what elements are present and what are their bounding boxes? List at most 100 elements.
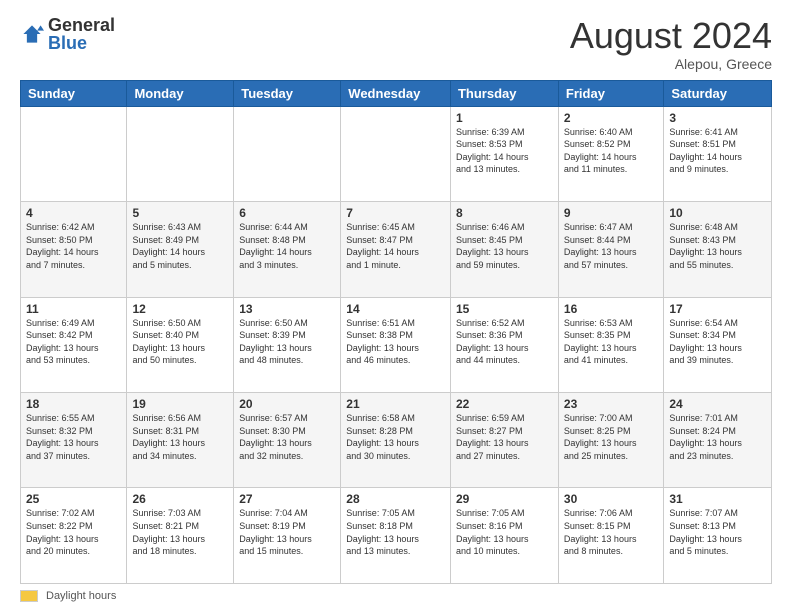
day-info: Sunrise: 6:58 AMSunset: 8:28 PMDaylight:… bbox=[346, 412, 445, 462]
day-info: Sunrise: 7:00 AMSunset: 8:25 PMDaylight:… bbox=[564, 412, 658, 462]
daylight-swatch bbox=[20, 590, 38, 602]
day-info: Sunrise: 7:06 AMSunset: 8:15 PMDaylight:… bbox=[564, 507, 658, 557]
calendar-day-cell: 10Sunrise: 6:48 AMSunset: 8:43 PMDayligh… bbox=[664, 202, 772, 297]
day-number: 17 bbox=[669, 302, 766, 316]
calendar-day-cell: 25Sunrise: 7:02 AMSunset: 8:22 PMDayligh… bbox=[21, 488, 127, 584]
day-info: Sunrise: 6:46 AMSunset: 8:45 PMDaylight:… bbox=[456, 221, 553, 271]
calendar-week-row: 11Sunrise: 6:49 AMSunset: 8:42 PMDayligh… bbox=[21, 297, 772, 392]
day-info: Sunrise: 7:02 AMSunset: 8:22 PMDaylight:… bbox=[26, 507, 121, 557]
day-number: 9 bbox=[564, 206, 658, 220]
day-info: Sunrise: 6:40 AMSunset: 8:52 PMDaylight:… bbox=[564, 126, 658, 176]
day-info: Sunrise: 7:05 AMSunset: 8:18 PMDaylight:… bbox=[346, 507, 445, 557]
day-info: Sunrise: 6:47 AMSunset: 8:44 PMDaylight:… bbox=[564, 221, 658, 271]
calendar-header-cell: Saturday bbox=[664, 80, 772, 106]
day-info: Sunrise: 6:52 AMSunset: 8:36 PMDaylight:… bbox=[456, 317, 553, 367]
calendar-header-cell: Tuesday bbox=[234, 80, 341, 106]
day-number: 22 bbox=[456, 397, 553, 411]
day-info: Sunrise: 7:03 AMSunset: 8:21 PMDaylight:… bbox=[132, 507, 228, 557]
day-number: 1 bbox=[456, 111, 553, 125]
day-number: 10 bbox=[669, 206, 766, 220]
calendar-day-cell: 13Sunrise: 6:50 AMSunset: 8:39 PMDayligh… bbox=[234, 297, 341, 392]
calendar-day-cell: 1Sunrise: 6:39 AMSunset: 8:53 PMDaylight… bbox=[450, 106, 558, 201]
day-info: Sunrise: 6:49 AMSunset: 8:42 PMDaylight:… bbox=[26, 317, 121, 367]
footer: Daylight hours bbox=[20, 590, 772, 602]
day-info: Sunrise: 7:07 AMSunset: 8:13 PMDaylight:… bbox=[669, 507, 766, 557]
calendar-day-cell: 29Sunrise: 7:05 AMSunset: 8:16 PMDayligh… bbox=[450, 488, 558, 584]
day-number: 21 bbox=[346, 397, 445, 411]
calendar-day-cell: 14Sunrise: 6:51 AMSunset: 8:38 PMDayligh… bbox=[341, 297, 451, 392]
day-number: 25 bbox=[26, 492, 121, 506]
day-number: 23 bbox=[564, 397, 658, 411]
calendar-day-cell bbox=[234, 106, 341, 201]
calendar-day-cell: 20Sunrise: 6:57 AMSunset: 8:30 PMDayligh… bbox=[234, 393, 341, 488]
day-number: 12 bbox=[132, 302, 228, 316]
calendar-day-cell: 19Sunrise: 6:56 AMSunset: 8:31 PMDayligh… bbox=[127, 393, 234, 488]
calendar-body: 1Sunrise: 6:39 AMSunset: 8:53 PMDaylight… bbox=[21, 106, 772, 583]
calendar-day-cell: 2Sunrise: 6:40 AMSunset: 8:52 PMDaylight… bbox=[558, 106, 663, 201]
calendar-day-cell: 12Sunrise: 6:50 AMSunset: 8:40 PMDayligh… bbox=[127, 297, 234, 392]
calendar-day-cell bbox=[21, 106, 127, 201]
day-info: Sunrise: 7:05 AMSunset: 8:16 PMDaylight:… bbox=[456, 507, 553, 557]
location: Alepou, Greece bbox=[570, 56, 772, 72]
day-info: Sunrise: 6:45 AMSunset: 8:47 PMDaylight:… bbox=[346, 221, 445, 271]
calendar-day-cell: 9Sunrise: 6:47 AMSunset: 8:44 PMDaylight… bbox=[558, 202, 663, 297]
calendar-day-cell: 21Sunrise: 6:58 AMSunset: 8:28 PMDayligh… bbox=[341, 393, 451, 488]
calendar-header-cell: Sunday bbox=[21, 80, 127, 106]
day-info: Sunrise: 7:04 AMSunset: 8:19 PMDaylight:… bbox=[239, 507, 335, 557]
calendar-week-row: 18Sunrise: 6:55 AMSunset: 8:32 PMDayligh… bbox=[21, 393, 772, 488]
calendar-day-cell: 27Sunrise: 7:04 AMSunset: 8:19 PMDayligh… bbox=[234, 488, 341, 584]
top-section: General Blue August 2024 Alepou, Greece bbox=[20, 16, 772, 72]
day-info: Sunrise: 6:54 AMSunset: 8:34 PMDaylight:… bbox=[669, 317, 766, 367]
day-info: Sunrise: 6:48 AMSunset: 8:43 PMDaylight:… bbox=[669, 221, 766, 271]
day-number: 7 bbox=[346, 206, 445, 220]
day-number: 27 bbox=[239, 492, 335, 506]
day-info: Sunrise: 6:55 AMSunset: 8:32 PMDaylight:… bbox=[26, 412, 121, 462]
calendar-day-cell: 3Sunrise: 6:41 AMSunset: 8:51 PMDaylight… bbox=[664, 106, 772, 201]
calendar-header-cell: Wednesday bbox=[341, 80, 451, 106]
logo-icon bbox=[20, 22, 44, 46]
daylight-label: Daylight hours bbox=[46, 590, 116, 602]
day-number: 3 bbox=[669, 111, 766, 125]
logo-general-text: General bbox=[48, 16, 115, 34]
logo: General Blue bbox=[20, 16, 115, 52]
day-number: 16 bbox=[564, 302, 658, 316]
calendar-day-cell: 8Sunrise: 6:46 AMSunset: 8:45 PMDaylight… bbox=[450, 202, 558, 297]
calendar-day-cell: 28Sunrise: 7:05 AMSunset: 8:18 PMDayligh… bbox=[341, 488, 451, 584]
day-info: Sunrise: 6:51 AMSunset: 8:38 PMDaylight:… bbox=[346, 317, 445, 367]
day-number: 28 bbox=[346, 492, 445, 506]
calendar-day-cell: 26Sunrise: 7:03 AMSunset: 8:21 PMDayligh… bbox=[127, 488, 234, 584]
calendar-week-row: 1Sunrise: 6:39 AMSunset: 8:53 PMDaylight… bbox=[21, 106, 772, 201]
calendar-week-row: 4Sunrise: 6:42 AMSunset: 8:50 PMDaylight… bbox=[21, 202, 772, 297]
calendar-week-row: 25Sunrise: 7:02 AMSunset: 8:22 PMDayligh… bbox=[21, 488, 772, 584]
day-number: 20 bbox=[239, 397, 335, 411]
calendar-day-cell: 7Sunrise: 6:45 AMSunset: 8:47 PMDaylight… bbox=[341, 202, 451, 297]
day-info: Sunrise: 6:41 AMSunset: 8:51 PMDaylight:… bbox=[669, 126, 766, 176]
day-number: 4 bbox=[26, 206, 121, 220]
calendar-day-cell: 4Sunrise: 6:42 AMSunset: 8:50 PMDaylight… bbox=[21, 202, 127, 297]
calendar-day-cell: 11Sunrise: 6:49 AMSunset: 8:42 PMDayligh… bbox=[21, 297, 127, 392]
day-number: 2 bbox=[564, 111, 658, 125]
day-number: 11 bbox=[26, 302, 121, 316]
calendar-day-cell: 5Sunrise: 6:43 AMSunset: 8:49 PMDaylight… bbox=[127, 202, 234, 297]
calendar-day-cell: 24Sunrise: 7:01 AMSunset: 8:24 PMDayligh… bbox=[664, 393, 772, 488]
day-number: 6 bbox=[239, 206, 335, 220]
calendar-day-cell: 30Sunrise: 7:06 AMSunset: 8:15 PMDayligh… bbox=[558, 488, 663, 584]
month-year: August 2024 bbox=[570, 16, 772, 56]
day-number: 26 bbox=[132, 492, 228, 506]
day-number: 15 bbox=[456, 302, 553, 316]
day-info: Sunrise: 6:59 AMSunset: 8:27 PMDaylight:… bbox=[456, 412, 553, 462]
calendar-day-cell bbox=[341, 106, 451, 201]
day-number: 19 bbox=[132, 397, 228, 411]
day-info: Sunrise: 6:50 AMSunset: 8:39 PMDaylight:… bbox=[239, 317, 335, 367]
day-number: 8 bbox=[456, 206, 553, 220]
calendar-day-cell: 17Sunrise: 6:54 AMSunset: 8:34 PMDayligh… bbox=[664, 297, 772, 392]
day-info: Sunrise: 6:39 AMSunset: 8:53 PMDaylight:… bbox=[456, 126, 553, 176]
calendar-header-cell: Friday bbox=[558, 80, 663, 106]
logo-blue-text: Blue bbox=[48, 34, 115, 52]
calendar-day-cell bbox=[127, 106, 234, 201]
day-number: 24 bbox=[669, 397, 766, 411]
day-info: Sunrise: 7:01 AMSunset: 8:24 PMDaylight:… bbox=[669, 412, 766, 462]
day-number: 31 bbox=[669, 492, 766, 506]
day-info: Sunrise: 6:42 AMSunset: 8:50 PMDaylight:… bbox=[26, 221, 121, 271]
calendar-day-cell: 16Sunrise: 6:53 AMSunset: 8:35 PMDayligh… bbox=[558, 297, 663, 392]
